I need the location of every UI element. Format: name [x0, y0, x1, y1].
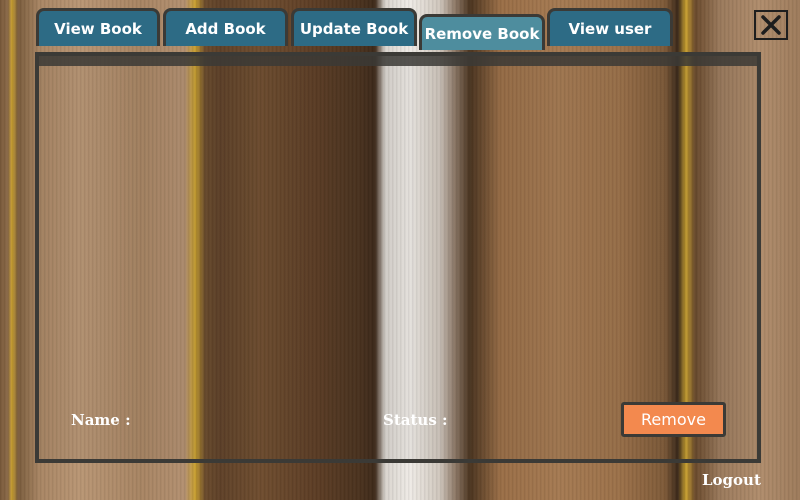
tab-label: Remove Book — [424, 24, 540, 43]
tab-view-user[interactable]: View user — [547, 8, 673, 46]
tab-label: Update Book — [299, 19, 409, 38]
close-button[interactable] — [754, 10, 788, 40]
close-icon — [761, 15, 781, 35]
remove-button-label: Remove — [641, 410, 706, 429]
tab-label: View user — [568, 19, 652, 38]
tab-update-book[interactable]: Update Book — [291, 8, 417, 46]
tab-remove-book[interactable]: Remove Book — [419, 14, 545, 50]
tab-label: Add Book — [185, 19, 266, 38]
remove-button[interactable]: Remove — [621, 402, 726, 437]
logout-link[interactable]: Logout — [702, 471, 761, 489]
tab-add-book[interactable]: Add Book — [163, 8, 288, 46]
status-label: Status : — [383, 411, 448, 429]
tab-view-book[interactable]: View Book — [36, 8, 160, 46]
panel-top-border — [39, 56, 757, 66]
name-label: Name : — [71, 411, 131, 429]
tab-label: View Book — [54, 19, 142, 38]
